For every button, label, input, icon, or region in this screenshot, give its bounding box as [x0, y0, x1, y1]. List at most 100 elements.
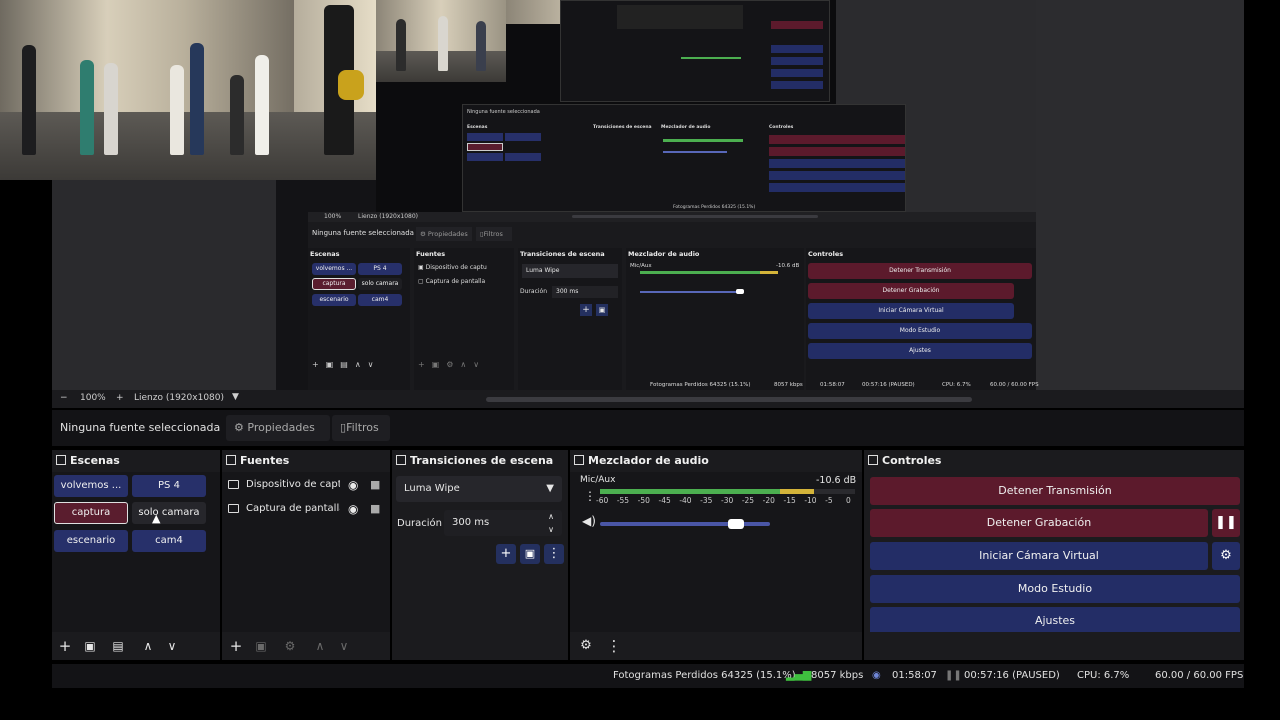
pause-icon: ❚❚ — [945, 670, 962, 681]
lock-icon[interactable]: ■ — [370, 499, 380, 519]
nested-status-dropped-text: Fotogramas Perdidos 64325 (15.1%) — [650, 382, 751, 388]
stop-recording-button[interactable]: Detener Grabación — [870, 509, 1208, 537]
filters-button[interactable]: ▯Filtros — [332, 415, 390, 441]
nested-transition-select: Luma Wipe — [522, 264, 618, 278]
mouse-cursor-icon: ▲ — [152, 512, 161, 525]
dock-icon — [56, 455, 66, 465]
pause-recording-button[interactable]: ❚❚ — [1212, 509, 1240, 537]
nested-scenes-header: Escenas — [310, 250, 340, 258]
add-icon: + — [500, 546, 512, 561]
volume-slider[interactable] — [600, 519, 770, 529]
trash-icon[interactable]: ▣ — [253, 638, 269, 654]
add-transition-button[interactable]: + — [496, 544, 516, 564]
cpu-usage: CPU: 6.7% — [1077, 670, 1130, 681]
stream-live-icon: ◉ — [872, 670, 881, 681]
remove-transition-button[interactable]: ▣ — [520, 544, 540, 564]
scene-item[interactable]: escenario — [54, 530, 128, 552]
spin-arrows-icon[interactable]: ∧ ∨ — [548, 510, 554, 536]
nested-source-item: Dispositivo de captu — [425, 264, 487, 271]
duration-spinbox[interactable]: 300 ms ∧ ∨ — [444, 510, 562, 536]
source-item[interactable]: Captura de pantalla ◉ ■ — [228, 499, 384, 519]
zoom-in-button[interactable]: + — [116, 393, 124, 403]
scenes-toolbar: + ▣ ▤ ∧ ∨ — [52, 632, 220, 660]
stop-stream-button[interactable]: Detener Transmisión — [870, 477, 1240, 505]
trash-icon[interactable]: ▣ — [82, 638, 98, 654]
scene-item[interactable]: PS 4 — [132, 475, 206, 497]
sources-dock: Fuentes Dispositivo de captu ◉ ■ Captura… — [222, 450, 390, 660]
down-arrow-icon[interactable]: ∨ — [336, 638, 352, 654]
gear-icon[interactable]: ⚙ — [578, 638, 594, 654]
nested-status-dropped: Fotogramas Perdidos 64325 (15.1%) — [673, 205, 756, 210]
controls-title: Controles — [882, 454, 942, 467]
nested-source-item: Captura de pantalla — [425, 278, 486, 285]
meter-scale: -60 -55 -50 -45 -40 -35 -30 -25 -20 -15 -10 -5 0 — [596, 496, 855, 506]
settings-button[interactable]: Ajustes — [870, 607, 1240, 635]
nested-source-none: Ninguna fuente seleccionada — [467, 109, 540, 115]
monitor-icon — [228, 504, 239, 513]
duration-label: Duración — [397, 518, 443, 529]
volume-slider-handle[interactable] — [728, 519, 744, 529]
virtual-camera-settings-button[interactable]: ⚙ — [1212, 542, 1240, 570]
eye-icon[interactable]: ◉ — [348, 475, 358, 495]
transition-menu-button[interactable]: ⋮ — [544, 544, 564, 564]
lock-icon[interactable]: ■ — [370, 475, 380, 495]
scene-item[interactable]: solo camara — [132, 502, 206, 524]
gear-icon[interactable]: ⚙ — [282, 638, 298, 654]
record-time: 00:57:16 (PAUSED) — [964, 670, 1060, 681]
nested-canvas: Lienzo (1920x1080) — [358, 213, 419, 220]
filters-label: Filtros — [346, 421, 379, 434]
dock-icon — [226, 455, 236, 465]
speaker-icon[interactable]: ◀) — [582, 514, 596, 528]
studio-mode-button[interactable]: Modo Estudio — [870, 575, 1240, 603]
more-vertical-icon[interactable]: ⋮ — [584, 489, 596, 503]
add-icon[interactable]: + — [57, 638, 73, 654]
scene-item[interactable]: cam4 — [132, 530, 206, 552]
nested-obs-ui: 100% Lienzo (1920x1080) Ninguna fuente s… — [308, 212, 1039, 392]
meter-scale-label: -55 — [616, 496, 630, 505]
obs-window: Ninguna fuente seleccionada Escenas Tran… — [0, 0, 1280, 720]
caret-down-icon[interactable]: ▼ — [232, 392, 239, 402]
dock-icon — [868, 455, 878, 465]
nested-scene-item: escenario — [312, 294, 356, 306]
meter-scale-label: -10 — [804, 496, 817, 505]
source-item[interactable]: Dispositivo de captu ◉ ■ — [228, 475, 384, 495]
mixer-channel-name: Mic/Aux — [580, 475, 616, 485]
transition-select[interactable]: Luma Wipe ▼ — [396, 476, 562, 502]
source-label: Dispositivo de captu — [246, 479, 340, 490]
pause-icon: ❚❚ — [1215, 515, 1237, 530]
nested-scenes-title: Escenas — [467, 125, 488, 130]
eye-icon[interactable]: ◉ — [348, 499, 358, 519]
nested-scene-item: PS 4 — [358, 263, 402, 275]
dock-icon — [396, 455, 406, 465]
meter-scale-label: 0 — [846, 496, 851, 505]
stream-time: 01:58:07 — [892, 670, 937, 681]
preview-horizontal-scrollbar[interactable] — [486, 397, 972, 402]
filter-icon[interactable]: ▤ — [110, 638, 126, 654]
signal-strength-icon: ▂▄▆ — [786, 668, 812, 681]
zoom-level: 100% — [80, 393, 106, 403]
scene-item-active[interactable]: captura — [54, 502, 128, 524]
nested-transitions-title: Transiciones de escena — [593, 125, 652, 130]
up-arrow-icon[interactable]: ∧ — [312, 638, 328, 654]
nested-properties: Propiedades — [427, 230, 468, 238]
up-arrow-icon[interactable]: ∧ — [140, 638, 156, 654]
meter-scale-label: -50 — [637, 496, 650, 505]
audio-mixer-dock: Mezclador de audio Mic/Aux -10.6 dB ⋮ -6… — [570, 450, 862, 660]
no-source-selected-label: Ninguna fuente seleccionada — [60, 421, 221, 434]
volume-meter — [600, 489, 855, 494]
controls-body: Detener Transmisión Detener Grabación ❚❚… — [864, 472, 1244, 635]
nested-status-stream: 01:58:07 — [820, 382, 845, 388]
down-arrow-icon[interactable]: ∨ — [164, 638, 180, 654]
nested-mixer-channel: Mic/Aux — [630, 263, 652, 269]
more-vertical-icon[interactable]: ⋮ — [606, 638, 622, 654]
nested-sources-header: Fuentes — [416, 250, 446, 258]
scene-item[interactable]: volvemos ... — [54, 475, 128, 497]
add-icon[interactable]: + — [228, 638, 244, 654]
scenes-title: Escenas — [70, 454, 120, 467]
nested-mixer-db: -10.6 dB — [776, 263, 800, 269]
properties-button[interactable]: ⚙ Propiedades — [226, 415, 330, 441]
bitrate: 8057 kbps — [811, 670, 864, 681]
zoom-out-button[interactable]: − — [60, 393, 68, 403]
start-virtual-camera-button[interactable]: Iniciar Cámara Virtual — [870, 542, 1208, 570]
controls-footer — [864, 632, 1244, 660]
